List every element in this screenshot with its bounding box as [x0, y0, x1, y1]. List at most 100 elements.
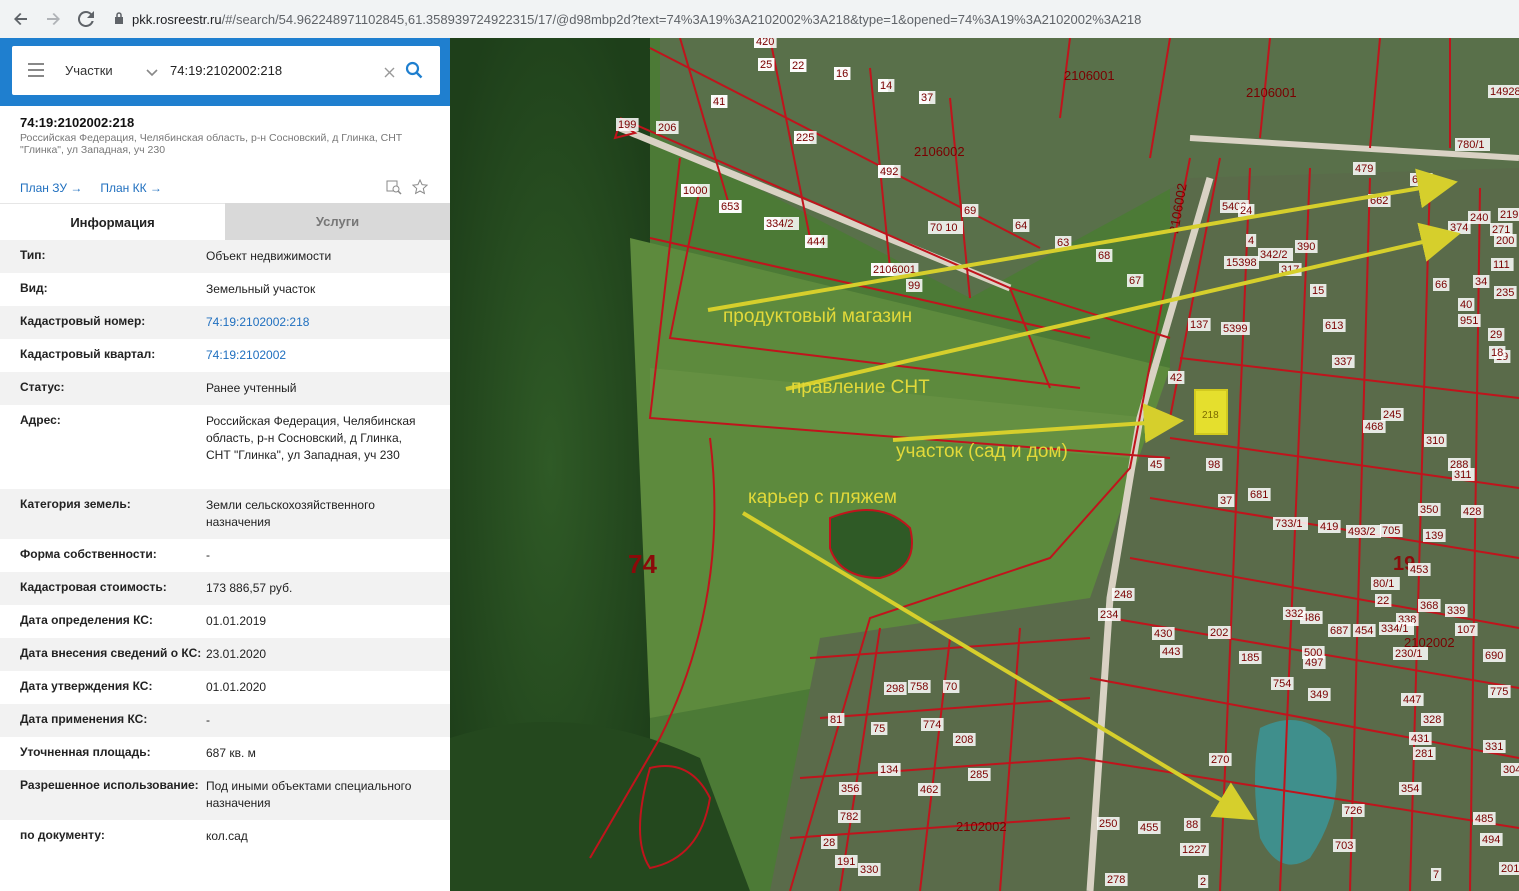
parcel-number-label: 951 [1460, 315, 1478, 327]
parcel-number-label: 29 [1490, 329, 1502, 341]
parcel-number-label: 342/2 [1260, 249, 1288, 261]
parcel-number-label: 235 [1496, 287, 1514, 299]
forward-icon[interactable] [38, 4, 68, 34]
row-value: Ранее учтенный [206, 381, 297, 395]
parcel-number-label: 479 [1355, 163, 1373, 175]
parcel-number-label: 775 [1490, 686, 1508, 698]
parcel-number-label: 14928/1 [1490, 86, 1519, 98]
table-row: Тип: Объект недвижимости [0, 240, 450, 273]
parcel-number-label: 107 [1457, 624, 1475, 636]
row-key: Кадастровая стоимость: [20, 580, 167, 594]
table-row: Кадастровый квартал: 74:19:2102002 [0, 339, 450, 372]
row-value: Земли сельскохозяйственного назначения [206, 498, 375, 529]
map-view[interactable]: 218 2106001 2106001 2106002 2106002 2102… [450, 38, 1519, 891]
parcel-number-label: 447 [1403, 694, 1421, 706]
parcel-number-label: 250 [1099, 818, 1117, 830]
clear-icon[interactable] [384, 65, 395, 83]
back-icon[interactable] [6, 4, 36, 34]
parcel-number-label: 270 [1211, 754, 1229, 766]
row-key: Форма собственности: [20, 547, 157, 561]
row-key: Вид: [20, 281, 48, 295]
parcel-number-label: 419 [1320, 521, 1338, 533]
parcel-number-label: 356 [841, 783, 859, 795]
parcel-number-label: 653 [721, 201, 739, 213]
parcel-number-label: 199 [618, 119, 636, 131]
parcel-number-label: 705 [1382, 525, 1400, 537]
parcel-number-label: 7 [1433, 869, 1439, 881]
chevron-down-icon[interactable] [146, 64, 158, 82]
parcel-number-label: 248 [1114, 589, 1132, 601]
parcel-number-label: 69 [964, 205, 976, 217]
parcel-number-label: 22 [1377, 595, 1389, 607]
parcel-number-label: 245 [1383, 409, 1401, 421]
parcel-number-label: 485 [1475, 813, 1493, 825]
parcel-number-label: 34 [1475, 276, 1487, 288]
row-key: Категория земель: [20, 497, 131, 511]
parcel-number-label: 497 [1305, 657, 1323, 669]
row-key: Адрес: [20, 413, 61, 427]
parcel-number-label: 334/2 [766, 218, 794, 230]
row-value: Российская Федерация, Челябинская област… [206, 414, 416, 462]
parcel-number-label: 431 [1411, 733, 1429, 745]
map-canvas[interactable]: 218 2106001 2106001 2106002 2106002 2102… [450, 38, 1519, 891]
parcel-number-label: 285 [970, 769, 988, 781]
reload-icon[interactable] [71, 4, 101, 34]
row-value: Объект недвижимости [206, 249, 332, 263]
object-title: 74:19:2102002:218 [20, 115, 135, 130]
table-row: Дата применения КС: - [0, 704, 450, 737]
cadastral-number-link[interactable]: 74:19:2102002:218 [206, 306, 430, 339]
cadastral-quarter-link[interactable]: 74:19:2102002 [206, 339, 430, 372]
layer-select[interactable]: Участки [65, 63, 113, 78]
parcel-number-label: 733/1 [1275, 518, 1303, 530]
parcel-number-label: 22 [792, 60, 804, 72]
parcel-number-label: 613 [1325, 320, 1343, 332]
parcel-number-label: 311 [1454, 469, 1472, 481]
parcel-number-label: 2 [1200, 876, 1206, 888]
selected-parcel-label: 218 [1202, 410, 1219, 421]
parcel-number-label: 15 [1312, 285, 1324, 297]
row-key: Уточненная площадь: [20, 745, 151, 759]
row-value: - [206, 548, 210, 562]
annotation-office: правление СНТ [791, 377, 930, 398]
parcel-number-label: 454 [1355, 625, 1373, 637]
search-input[interactable]: 74:19:2102002:218 [170, 63, 282, 78]
plan-kk-link[interactable]: План КК → [100, 181, 162, 195]
menu-icon[interactable] [28, 63, 44, 82]
plan-links: План ЗУ → План КК → [20, 181, 162, 195]
parcel-number-label: 428 [1463, 506, 1481, 518]
info-table: Тип: Объект недвижимости Вид: Земельный уч… [0, 240, 450, 853]
parcel-number-label: 304 [1503, 764, 1519, 776]
row-key: Кадастровый номер: [20, 314, 146, 328]
row-key: Дата определения КС: [20, 613, 153, 627]
table-row: Дата утверждения КС: 01.01.2020 [0, 671, 450, 704]
parcel-number-label: 208 [955, 734, 973, 746]
quarter-label: 2106002 [914, 144, 965, 159]
row-key: Статус: [20, 380, 65, 394]
row-value: 23.01.2020 [206, 647, 267, 661]
plan-zu-link[interactable]: План ЗУ → [20, 181, 82, 195]
zoom-to-object-icon[interactable] [386, 179, 402, 200]
object-address: Российская Федерация, Челябинская област… [20, 132, 403, 156]
tab-services[interactable]: Услуги [225, 203, 450, 240]
tab-info[interactable]: Информация [0, 203, 225, 240]
parcel-number-label: 234 [1100, 609, 1118, 621]
table-row: Дата внесения сведений о КС: 23.01.2020 [0, 638, 450, 671]
parcel-number-label: 99 [908, 280, 920, 292]
parcel-number-label: 310 [1426, 435, 1444, 447]
search-icon[interactable] [405, 61, 423, 84]
star-icon[interactable] [411, 178, 429, 200]
parcel-number-label: 139 [1425, 530, 1443, 542]
parcel-number-label: 200 [1496, 235, 1514, 247]
browser-toolbar: pkk.rosreestr.ru/#/search/54.96224897110… [0, 0, 1519, 39]
parcel-number-label: 368 [1420, 600, 1438, 612]
row-value: Под иными объектами специального назначе… [206, 779, 412, 810]
parcel-number-label: 16 [836, 68, 848, 80]
parcel-number-label: 332 [1285, 608, 1303, 620]
address-bar[interactable]: pkk.rosreestr.ru/#/search/54.96224897110… [108, 5, 1508, 33]
table-row: Категория земель: Земли сельскохозяйствен… [0, 489, 450, 539]
annotation-plot: участок (сад и дом) [896, 441, 1068, 462]
url-host: pkk.rosreestr.ru [132, 11, 222, 27]
table-row: Статус: Ранее учтенный [0, 372, 450, 405]
row-key: Кадастровый квартал: [20, 347, 156, 361]
parcel-number-label: 37 [1220, 495, 1232, 507]
